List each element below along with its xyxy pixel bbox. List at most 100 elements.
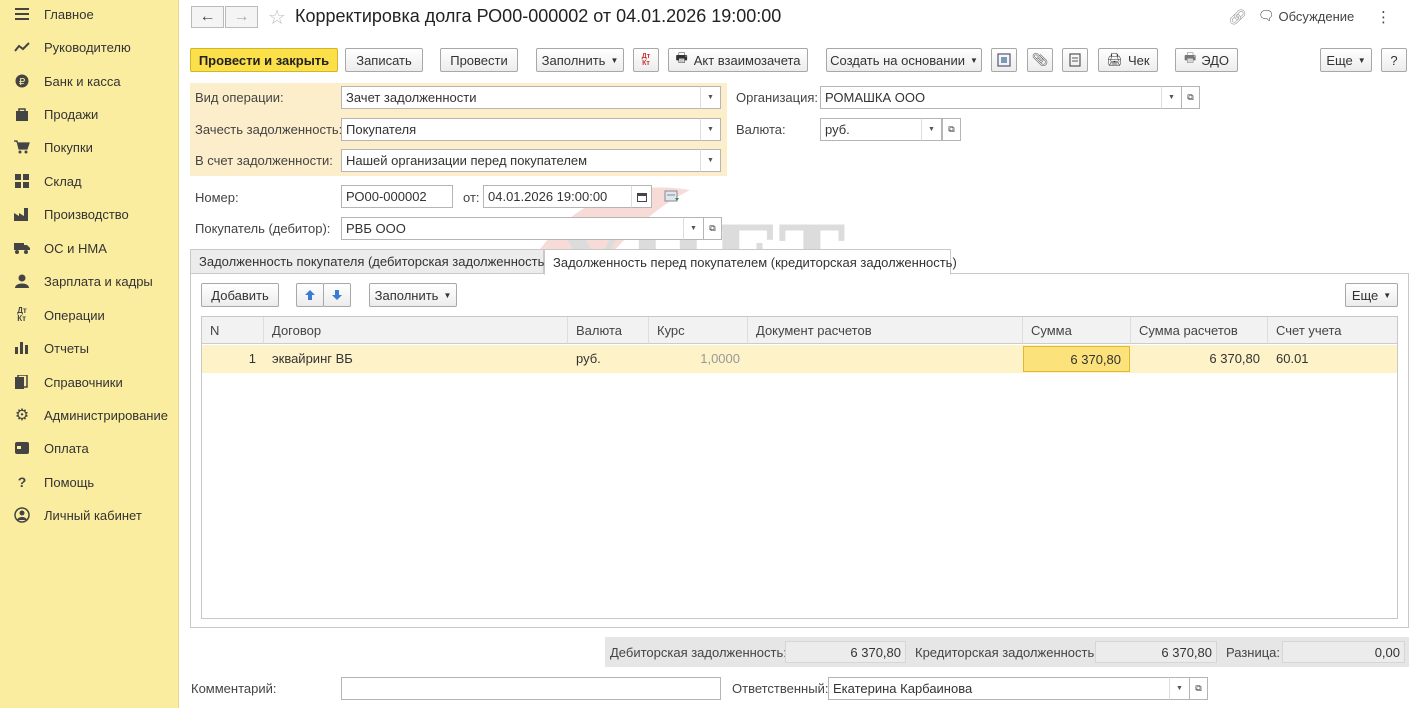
more-button[interactable]: Еще ▼: [1320, 48, 1372, 72]
sidebar-item-label: ОС и НМА: [44, 240, 107, 256]
cell-document[interactable]: [748, 345, 1023, 373]
column-header-contract[interactable]: Договор: [264, 317, 568, 344]
currency-open-button[interactable]: ⧉: [942, 118, 961, 141]
organization-open-button[interactable]: ⧉: [1181, 86, 1200, 109]
offset-act-label: Акт взаимозачета: [693, 52, 801, 68]
kebab-menu-icon[interactable]: ⋮: [1376, 8, 1391, 26]
sidebar-item-references[interactable]: Справочники: [0, 369, 179, 395]
move-up-button[interactable]: [296, 283, 324, 307]
structure-button[interactable]: [991, 48, 1017, 72]
post-and-close-button[interactable]: Провести и закрыть: [190, 48, 338, 72]
column-header-sum[interactable]: Сумма: [1023, 317, 1131, 344]
dropdown-arrow-icon: ▼: [707, 94, 714, 101]
more-label: Еще: [1326, 52, 1353, 68]
buyer-open-button[interactable]: ⧉: [703, 217, 722, 240]
sidebar-item-salary[interactable]: Зарплата и кадры: [0, 268, 179, 294]
discussion-button[interactable]: 🗨︎ Обсуждение: [1258, 8, 1354, 24]
cell-sum[interactable]: 6 370,80: [1023, 346, 1130, 372]
operation-type-field[interactable]: Зачет задолженности: [341, 86, 704, 109]
document-button[interactable]: [1062, 48, 1088, 72]
sidebar-item-bank[interactable]: ₽ Банк и касса: [0, 68, 179, 94]
post-button[interactable]: Провести: [440, 48, 518, 72]
edo-button[interactable]: 🖶︎ ЭДО: [1175, 48, 1238, 72]
sidebar-item-reports[interactable]: Отчеты: [0, 335, 179, 361]
forward-button[interactable]: →: [225, 6, 258, 28]
arrow-down-icon: [332, 290, 342, 300]
buyer-dropdown[interactable]: ▼: [683, 217, 704, 240]
dropdown-arrow-icon: ▼: [610, 55, 619, 65]
currency-dropdown[interactable]: ▼: [921, 118, 942, 141]
fill-dropdown-button[interactable]: Заполнить ▼: [536, 48, 624, 72]
sidebar-item-warehouse[interactable]: Склад: [0, 168, 179, 194]
sidebar-item-label: Операции: [44, 307, 105, 323]
column-header-currency[interactable]: Валюта: [568, 317, 649, 344]
sidebar-item-assets[interactable]: ОС и НМА: [0, 235, 179, 261]
receivable-total-value: 6 370,80: [785, 641, 906, 663]
sidebar-item-label: Склад: [44, 173, 82, 189]
column-header-account[interactable]: Счет учета: [1268, 317, 1397, 344]
dt-kt-button[interactable]: Дт Кт: [633, 48, 659, 72]
organization-field[interactable]: РОМАШКА ООО: [820, 86, 1165, 109]
table-more-label: Еще: [1351, 287, 1379, 303]
tab-receivable[interactable]: Задолженность покупателя (дебиторская за…: [190, 249, 549, 274]
svg-text:₽: ₽: [19, 77, 26, 88]
add-row-button[interactable]: Добавить: [201, 283, 279, 307]
create-based-button[interactable]: Создать на основании ▼: [826, 48, 982, 72]
sidebar-item-purchases[interactable]: Покупки: [0, 134, 179, 160]
save-button[interactable]: Записать: [345, 48, 423, 72]
sidebar-item-payment[interactable]: Оплата: [0, 435, 179, 461]
sidebar-item-label: Производство: [44, 206, 129, 222]
column-header-document[interactable]: Документ расчетов: [748, 317, 1023, 344]
check-button[interactable]: 🖨︎ Чек: [1098, 48, 1158, 72]
responsible-open-button[interactable]: ⧉: [1189, 677, 1208, 700]
offset-debt-label: Зачесть задолженность:: [195, 122, 343, 137]
star-icon[interactable]: ☆: [268, 5, 286, 30]
cell-account[interactable]: 60.01: [1268, 345, 1397, 373]
column-header-n[interactable]: N: [202, 317, 264, 344]
tab-payable[interactable]: Задолженность перед покупателем (кредито…: [544, 249, 957, 275]
ruble-icon: ₽: [14, 73, 30, 89]
responsible-field[interactable]: Екатерина Карбаинова: [828, 677, 1173, 700]
menu-icon: [14, 6, 30, 22]
operation-type-dropdown[interactable]: ▼: [700, 86, 721, 109]
table-more-button[interactable]: Еще ▼: [1345, 283, 1398, 307]
structure-icon: [997, 53, 1011, 67]
comment-field[interactable]: [341, 677, 721, 700]
column-header-rate[interactable]: Курс: [649, 317, 748, 344]
sidebar-item-production[interactable]: Производство: [0, 201, 179, 227]
table-row[interactable]: 1 эквайринг ВБ руб. 1,0000 6 370,80 6 37…: [202, 345, 1397, 373]
sidebar-item-sales[interactable]: Продажи: [0, 101, 179, 127]
sidebar-item-manager[interactable]: Руководителю: [0, 34, 179, 60]
sidebar-item-admin[interactable]: ⚙ Администрирование: [0, 402, 179, 428]
against-debt-dropdown[interactable]: ▼: [700, 149, 721, 172]
table-fill-button[interactable]: Заполнить ▼: [369, 283, 457, 307]
against-debt-field[interactable]: Нашей организации перед покупателем: [341, 149, 704, 172]
number-field[interactable]: РО00-000002: [341, 185, 453, 208]
sidebar-item-main[interactable]: Главное: [0, 1, 179, 27]
sidebar-item-help[interactable]: ? Помощь: [0, 469, 179, 495]
cell-contract[interactable]: эквайринг ВБ: [264, 345, 568, 373]
dropdown-arrow-icon: ▼: [707, 157, 714, 164]
attach-button[interactable]: 📎︎: [1027, 48, 1053, 72]
sidebar-item-account[interactable]: Личный кабинет: [0, 502, 179, 528]
sidebar-item-operations[interactable]: Дт Кт Операции: [0, 302, 179, 328]
back-button[interactable]: ←: [191, 6, 224, 28]
organization-dropdown[interactable]: ▼: [1161, 86, 1182, 109]
open-window-icon: ⧉: [1195, 683, 1202, 693]
page-title: Корректировка долга РО00-000002 от 04.01…: [295, 6, 782, 26]
date-settings-icon[interactable]: [664, 189, 680, 206]
responsible-dropdown[interactable]: ▼: [1169, 677, 1190, 700]
link-icon[interactable]: 🔗︎: [1228, 8, 1247, 26]
offset-act-button[interactable]: 🖶︎ Акт взаимозачета: [668, 48, 808, 72]
calendar-button[interactable]: [631, 185, 652, 208]
help-button[interactable]: ?: [1381, 48, 1407, 72]
offset-debt-field[interactable]: Покупателя: [341, 118, 704, 141]
date-field[interactable]: 04.01.2026 19:00:00: [483, 185, 633, 208]
move-down-button[interactable]: [323, 283, 351, 307]
currency-field[interactable]: руб.: [820, 118, 925, 141]
dt-kt-icon: Дт Кт: [641, 53, 651, 67]
cell-settle-sum[interactable]: 6 370,80: [1131, 345, 1268, 373]
buyer-field[interactable]: РВБ ООО: [341, 217, 687, 240]
offset-debt-dropdown[interactable]: ▼: [700, 118, 721, 141]
column-header-settle-sum[interactable]: Сумма расчетов: [1131, 317, 1268, 344]
